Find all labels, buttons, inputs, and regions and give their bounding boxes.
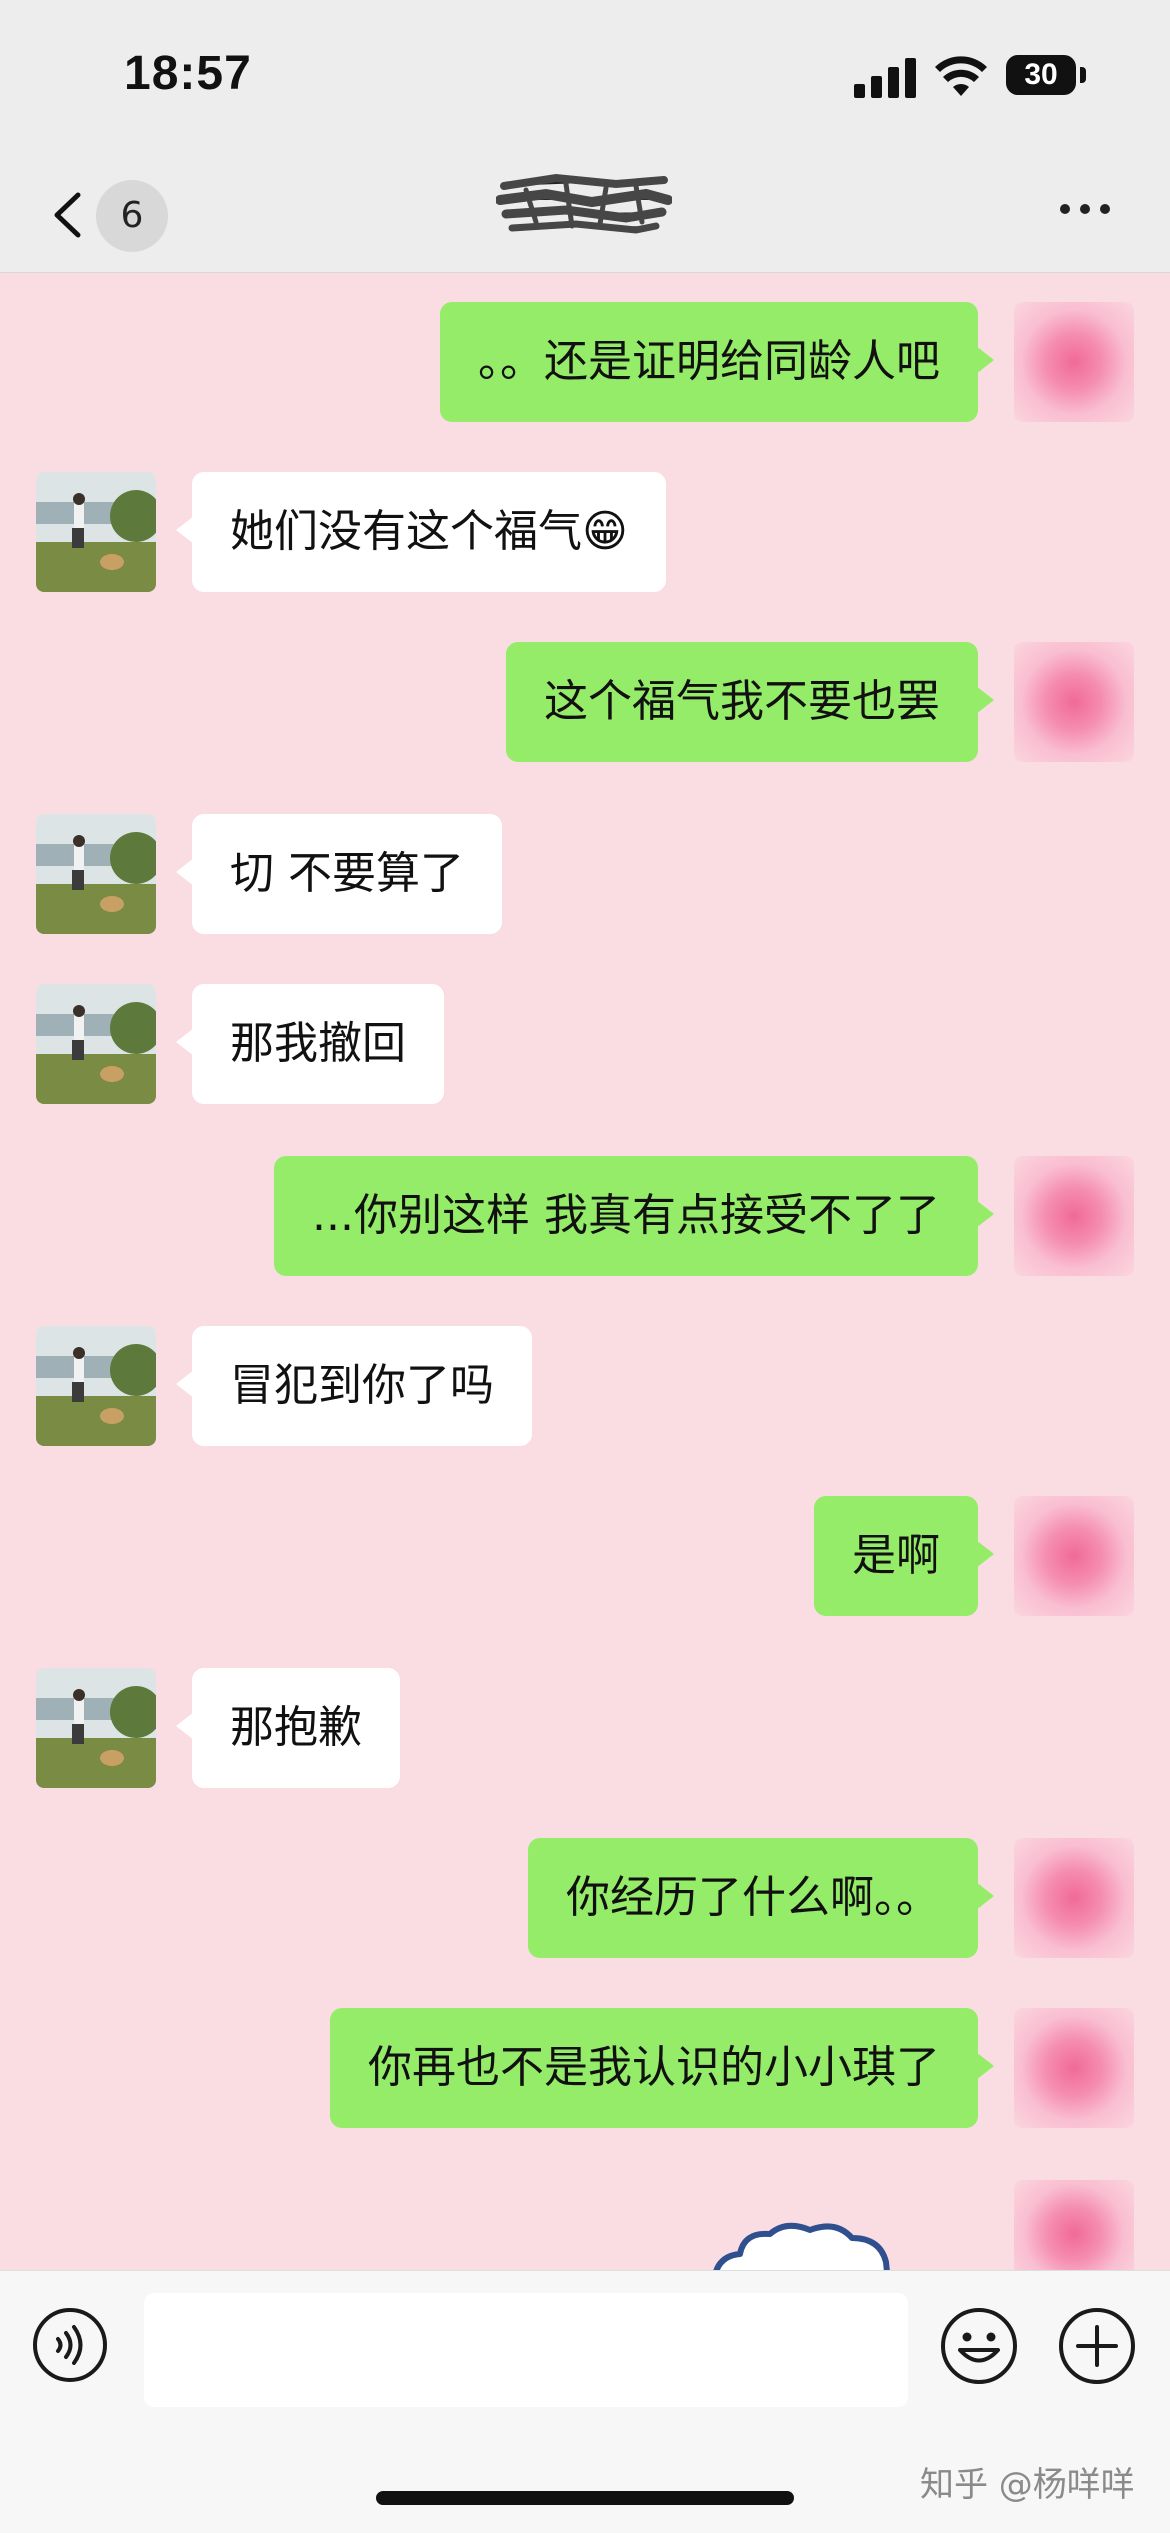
signal-icon bbox=[854, 56, 916, 98]
back-button[interactable]: 6 bbox=[40, 180, 180, 252]
message-row: 是啊 bbox=[0, 1496, 1170, 1616]
chat-header: 6 bbox=[0, 150, 1170, 273]
contact-avatar[interactable] bbox=[36, 814, 156, 934]
message-row: 那抱歉 bbox=[0, 1668, 1170, 1788]
battery-icon: 30 bbox=[1006, 55, 1076, 95]
sticker-image[interactable] bbox=[710, 2222, 890, 2270]
input-bar: 知乎 @杨咩咩 bbox=[0, 2270, 1170, 2533]
emoji-icon[interactable] bbox=[940, 2307, 1018, 2385]
message-row: 切 不要算了 bbox=[0, 814, 1170, 934]
unread-count-badge: 6 bbox=[96, 180, 168, 252]
back-chevron-icon bbox=[54, 192, 81, 238]
my-message-bubble[interactable]: 。。还是证明给同龄人吧 bbox=[440, 302, 994, 422]
my-message-bubble[interactable]: 你再也不是我认识的小小琪了 bbox=[330, 2008, 994, 2128]
status-time: 18:57 bbox=[124, 47, 252, 100]
message-row: ...你别这样 我真有点接受不了了 bbox=[0, 1156, 1170, 1276]
my-avatar[interactable] bbox=[1014, 302, 1134, 422]
contact-name-redacted bbox=[496, 173, 672, 234]
watermark-text: 知乎 @杨咩咩 bbox=[920, 2465, 1135, 2505]
message-row: 你再也不是我认识的小小琪了 bbox=[0, 2008, 1170, 2128]
wifi-icon bbox=[935, 56, 987, 96]
message-row: 她们没有这个福气😁 bbox=[0, 472, 1170, 592]
contact-avatar[interactable] bbox=[36, 984, 156, 1104]
message-row: 。。还是证明给同龄人吧 bbox=[0, 302, 1170, 422]
my-avatar[interactable] bbox=[1014, 1496, 1134, 1616]
message-row: 那我撤回 bbox=[0, 984, 1170, 1104]
message-row: 冒犯到你了吗 bbox=[0, 1326, 1170, 1446]
plus-icon[interactable] bbox=[1058, 2307, 1136, 2385]
contact-message-bubble[interactable]: 那我撤回 bbox=[176, 984, 444, 1104]
more-button[interactable] bbox=[1060, 194, 1116, 224]
battery-tip bbox=[1080, 67, 1086, 83]
my-avatar[interactable] bbox=[1014, 1838, 1134, 1958]
contact-message-bubble[interactable]: 冒犯到你了吗 bbox=[176, 1326, 532, 1446]
my-avatar[interactable] bbox=[1014, 2008, 1134, 2128]
message-row: 这个福气我不要也罢 bbox=[0, 642, 1170, 762]
message-input[interactable] bbox=[144, 2293, 908, 2407]
contact-avatar[interactable] bbox=[36, 472, 156, 592]
my-avatar[interactable] bbox=[1014, 1156, 1134, 1276]
my-avatar[interactable] bbox=[1014, 2180, 1134, 2270]
message-row: 你经历了什么啊。。 bbox=[0, 1838, 1170, 1958]
contact-message-bubble[interactable]: 那抱歉 bbox=[176, 1668, 400, 1788]
status-bar: 18:57 30 bbox=[0, 0, 1170, 150]
my-message-bubble[interactable]: ...你别这样 我真有点接受不了了 bbox=[274, 1156, 994, 1276]
my-message-bubble[interactable]: 这个福气我不要也罢 bbox=[506, 642, 994, 762]
voice-icon[interactable] bbox=[32, 2307, 108, 2383]
home-indicator bbox=[376, 2491, 794, 2505]
my-message-bubble[interactable]: 你经历了什么啊。。 bbox=[528, 1838, 994, 1958]
my-message-bubble[interactable]: 是啊 bbox=[814, 1496, 994, 1616]
chat-history[interactable]: 。。还是证明给同龄人吧 她们没有这个福气😁 这个福气我不要也罢 切 不要算了 那… bbox=[0, 272, 1170, 2270]
contact-avatar[interactable] bbox=[36, 1326, 156, 1446]
contact-message-bubble[interactable]: 她们没有这个福气😁 bbox=[176, 472, 666, 592]
my-avatar[interactable] bbox=[1014, 642, 1134, 762]
contact-avatar[interactable] bbox=[36, 1668, 156, 1788]
contact-message-bubble[interactable]: 切 不要算了 bbox=[176, 814, 502, 934]
